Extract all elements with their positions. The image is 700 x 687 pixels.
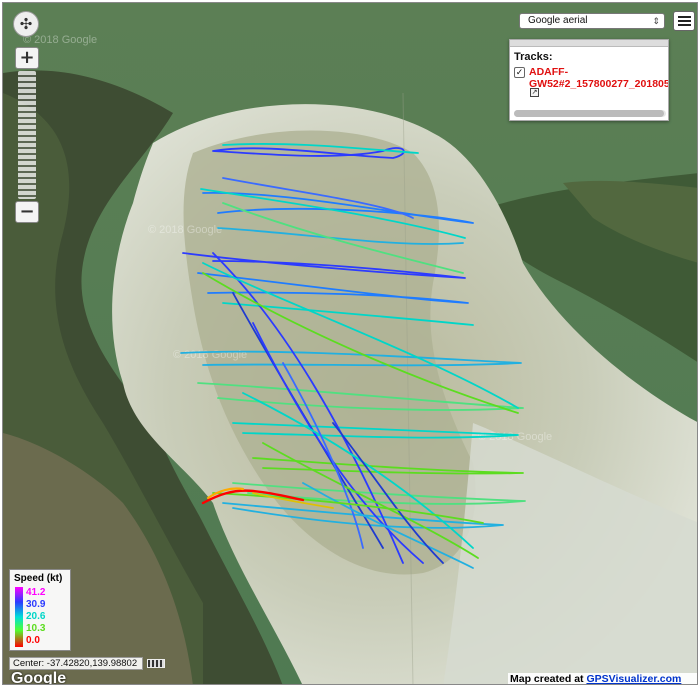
map-type-value: Google aerial bbox=[528, 15, 588, 26]
track-name-link[interactable]: ADAFF-GW52#2_157800277_20180511_1 bbox=[529, 66, 668, 90]
tracks-title: Tracks: bbox=[514, 51, 553, 63]
gpsvisualizer-link[interactable]: GPSVisualizer.com bbox=[586, 673, 681, 684]
external-link-icon[interactable]: ↗ bbox=[530, 88, 539, 97]
zoom-in-button[interactable]: + bbox=[15, 47, 39, 69]
map-canvas[interactable]: © 2018 Google © 2018 Google © 2018 Googl… bbox=[2, 2, 698, 685]
ruler-icon[interactable] bbox=[147, 659, 165, 668]
legend-value: 30.9 bbox=[26, 599, 46, 610]
center-coordinates: Center: -37.42820,139.98802 bbox=[9, 657, 143, 670]
tracks-scrollbar[interactable] bbox=[514, 110, 666, 117]
legend-value: 41.2 bbox=[26, 587, 46, 598]
credit-prefix: Map created at bbox=[510, 673, 587, 685]
google-logo: Google bbox=[11, 670, 67, 685]
menu-hamburger-icon[interactable] bbox=[673, 11, 695, 31]
pan-compass-icon[interactable]: ✣ bbox=[13, 11, 39, 37]
map-credit: Map created at GPSVisualizer.com bbox=[508, 673, 697, 685]
map-type-select[interactable]: Google aerial ⇕ bbox=[519, 13, 665, 29]
track-checkbox[interactable]: ✓ bbox=[514, 67, 525, 78]
zoom-out-button[interactable]: − bbox=[15, 201, 39, 223]
legend-value: 0.0 bbox=[26, 635, 40, 646]
legend-value: 20.6 bbox=[26, 611, 46, 622]
zoom-slider[interactable] bbox=[18, 71, 36, 199]
legend-color-bar bbox=[15, 587, 23, 647]
legend-value: 10.3 bbox=[26, 623, 46, 634]
tracks-panel: Tracks: ✓ ADAFF-GW52#2_157800277_2018051… bbox=[509, 39, 669, 121]
select-arrows-icon: ⇕ bbox=[652, 16, 660, 26]
legend-title: Speed (kt) bbox=[14, 573, 63, 584]
tracks-panel-handle[interactable] bbox=[510, 40, 668, 47]
speed-legend: Speed (kt) 41.2 30.9 20.6 10.3 0.0 bbox=[9, 569, 71, 651]
